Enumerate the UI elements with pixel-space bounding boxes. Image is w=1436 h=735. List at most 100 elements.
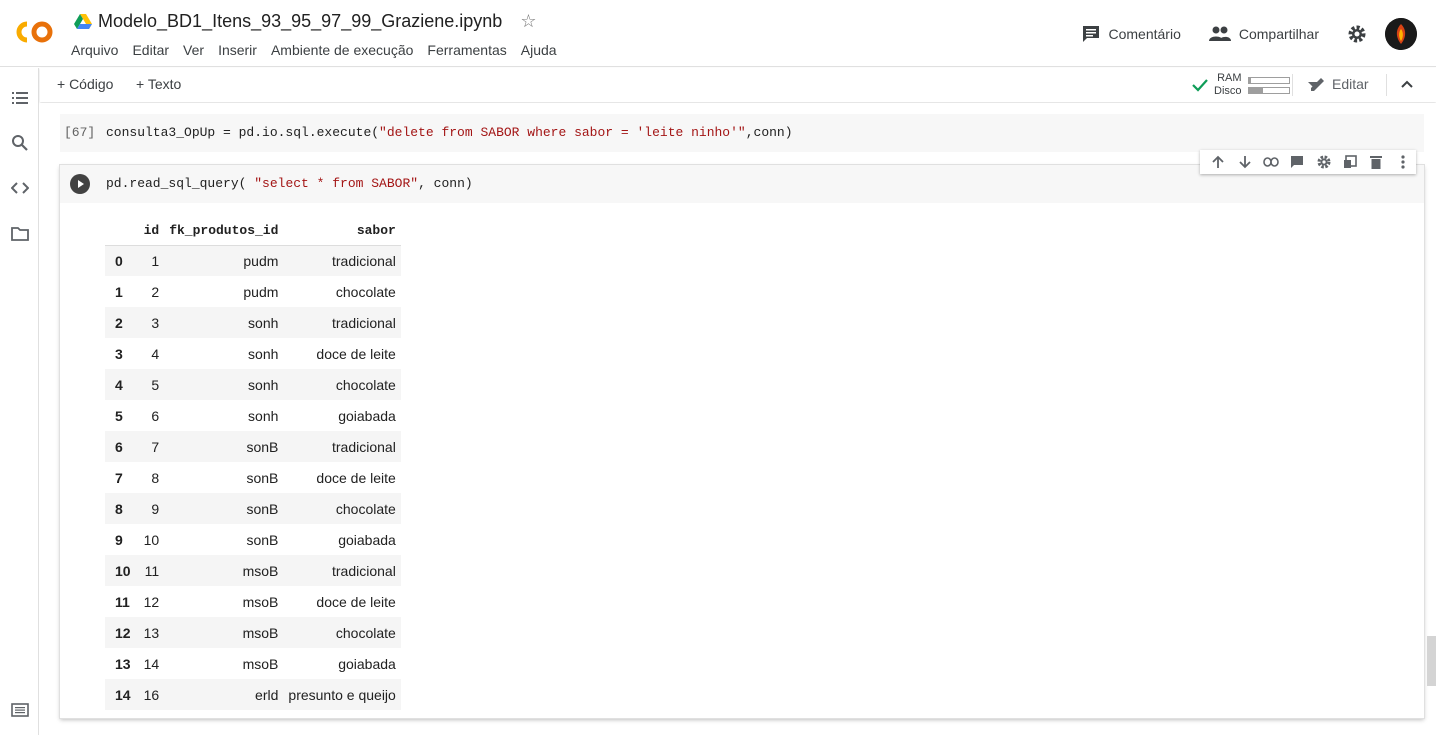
run-cell-button[interactable] [70,174,90,194]
menu-bar: Arquivo Editar Ver Inserir Ambiente de e… [71,42,571,58]
resource-bars [1247,74,1290,97]
resources-indicator[interactable]: RAM Disco [1192,71,1318,99]
code-cell-selected[interactable]: pd.read_sql_query( "select * from SABOR"… [60,150,1424,718]
disk-bar [1247,86,1290,94]
row-index: 3 [115,345,123,362]
table-row: 11 12 msoB doce de leite [105,586,401,617]
table-cell: 13 [143,624,160,641]
code-editor[interactable]: pd.read_sql_query( "select * from SABOR"… [106,165,473,203]
table-cell: 2 [151,283,160,300]
star-icon[interactable]: ☆ [520,11,536,32]
ram-bar-fill [1248,77,1251,83]
table-cell: goiabada [338,407,396,424]
edit-button[interactable]: Editar [1310,76,1369,92]
share-button[interactable]: Compartilhar [1208,26,1319,42]
link-icon[interactable] [1258,150,1284,174]
table-row: 12 13 msoB chocolate [105,617,401,648]
code-editor[interactable]: consulta3_OpUp = pd.io.sql.execute("dele… [106,114,793,152]
table-cell: chocolate [335,376,396,393]
comment-label: Comentário [1108,26,1181,42]
code-snippets-icon[interactable] [11,179,29,197]
table-cell: erld [255,686,279,703]
table-cell: 9 [151,500,160,517]
disk-label: Disco [1214,85,1242,97]
add-text-button[interactable]: + Texto [136,76,181,92]
row-index: 10 [115,562,131,579]
code-cell[interactable]: [67] consulta3_OpUp = pd.io.sql.execute(… [60,114,1424,152]
pencil-icon [1311,78,1324,91]
column-header: fk_produtos_id [164,217,284,246]
row-index: 9 [115,531,123,548]
menu-item-ferramentas[interactable]: Ferramentas [427,42,506,58]
row-index: 12 [115,624,131,641]
menu-item-ajuda[interactable]: Ajuda [521,42,557,58]
colab-logo[interactable] [14,18,56,46]
table-cell: sonB [246,500,279,517]
table-row: 13 14 msoB goiabada [105,648,401,679]
table-cell: 10 [143,531,160,548]
table-cell: chocolate [335,283,396,300]
table-cell: 1 [151,252,160,269]
table-cell: sonh [248,407,279,424]
code-text: consulta3_OpUp = pd.io.sql.execute( [106,125,380,140]
table-cell: 4 [151,345,160,362]
table-cell: msoB [242,624,279,641]
folder-icon[interactable] [11,225,29,243]
table-row: 3 4 sonh doce de leite [105,338,401,369]
table-row: 9 10 sonB goiabada [105,524,401,555]
table-cell: doce de leite [316,345,396,362]
table-cell: 5 [151,376,160,393]
table-cell: msoB [242,562,279,579]
table-cell: presunto e queijo [288,686,396,703]
connected-check-icon [1192,79,1208,92]
move-up-icon[interactable] [1205,150,1231,174]
move-down-icon[interactable] [1231,150,1257,174]
row-index: 0 [115,252,123,269]
table-row: 1 2 pudm chocolate [105,276,401,307]
cell-settings-icon[interactable] [1311,150,1337,174]
ram-bar [1247,76,1290,84]
more-options-icon[interactable] [1390,150,1416,174]
table-cell: sonh [248,314,279,331]
toolbar-divider [1386,74,1387,96]
menu-item-inserir[interactable]: Inserir [218,42,257,58]
table-of-contents-icon[interactable] [11,89,29,107]
code-text: , conn) [418,176,473,191]
column-header: sabor [283,217,401,246]
chevron-up-icon[interactable] [1401,80,1413,88]
table-row: 0 1 pudm tradicional [105,245,401,276]
notebook-content[interactable]: [67] consulta3_OpUp = pd.io.sql.execute(… [40,103,1436,735]
menu-item-arquivo[interactable]: Arquivo [71,42,118,58]
table-body: 0 1 pudm tradicional 1 2 pudm chocolate 2 3 sonh tr… [105,245,401,710]
edit-label: Editar [1332,76,1369,92]
search-icon[interactable] [11,134,29,152]
comment-button[interactable]: Comentário [1082,25,1181,43]
delete-icon[interactable] [1363,150,1389,174]
code-text: ,conn) [745,125,793,140]
table-cell: sonh [248,376,279,393]
table-row: 5 6 sonh goiabada [105,400,401,431]
menu-item-editar[interactable]: Editar [132,42,169,58]
comment-icon[interactable] [1284,150,1310,174]
settings-gear-icon[interactable] [1347,24,1367,44]
row-index: 13 [115,655,131,672]
terminal-icon[interactable] [11,701,29,719]
avatar[interactable] [1385,18,1417,50]
column-header: id [138,217,165,246]
table-cell: chocolate [335,500,396,517]
menu-item-ver[interactable]: Ver [183,42,204,58]
table-cell: doce de leite [316,593,396,610]
notebook-title[interactable]: Modelo_BD1_Itens_93_95_97_99_Graziene.ip… [98,11,502,32]
row-index: 4 [115,376,123,393]
menu-item-ambiente[interactable]: Ambiente de execução [271,42,413,58]
disk-bar-fill [1248,87,1263,93]
add-code-button[interactable]: + Código [57,76,113,92]
table-row: 14 16 erld presunto e queijo [105,679,401,710]
table-cell: 6 [151,407,160,424]
scrollbar-thumb[interactable] [1427,636,1436,686]
table-cell: tradicional [332,252,396,269]
resource-labels: RAM Disco [1214,72,1242,98]
mirror-cell-icon[interactable] [1337,150,1363,174]
table-header-row: id fk_produtos_id sabor [105,217,401,246]
dataframe-output: id fk_produtos_id sabor 0 1 pudm tradiciona… [105,217,401,710]
